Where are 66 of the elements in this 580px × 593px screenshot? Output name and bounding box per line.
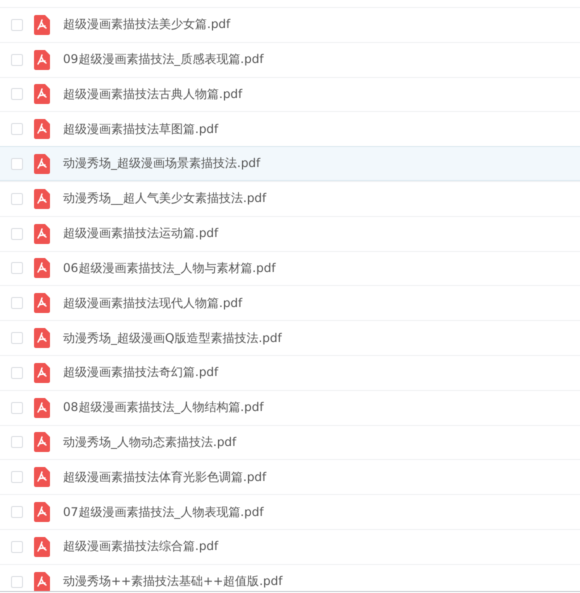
file-row[interactable]: 超级漫画素描技法古典人物篇.pdf xyxy=(0,76,580,112)
file-row[interactable]: 超级漫画素描技法奇幻篇.pdf xyxy=(0,354,580,390)
file-row[interactable]: 07超级漫画素描技法_人物表现篇.pdf xyxy=(0,494,580,529)
file-row[interactable]: 动漫秀场++素描技法基础++超值版.pdf xyxy=(0,564,580,591)
checkbox[interactable] xyxy=(11,471,23,484)
file-name[interactable]: 07超级漫画素描技法_人物表现篇.pdf xyxy=(63,504,264,521)
checkbox[interactable] xyxy=(11,228,23,240)
file-name[interactable]: 06超级漫画素描技法_人物与素材篇.pdf xyxy=(63,260,276,277)
file-row[interactable]: 09超级漫画素描技法_质感表现篇.pdf xyxy=(0,42,580,77)
pdf-file-icon xyxy=(34,293,50,314)
file-row[interactable]: 08超级漫画素描技法_人物结构篇.pdf xyxy=(0,390,580,425)
checkbox[interactable] xyxy=(11,192,23,205)
pdf-file-icon xyxy=(34,467,50,488)
file-row[interactable]: 动漫秀场_超级漫画Q版造型素描技法.pdf xyxy=(0,320,580,355)
file-row[interactable]: 动漫秀场__超人气美少女素描技法.pdf xyxy=(0,180,580,216)
pdf-file-icon xyxy=(34,398,50,418)
pdf-file-icon xyxy=(34,258,50,278)
file-row[interactable]: 超级漫画素描技法综合篇.pdf xyxy=(0,528,580,564)
pdf-file-icon xyxy=(34,50,50,70)
file-row[interactable]: 超级漫画素描技法现代人物篇.pdf xyxy=(0,285,580,320)
file-name[interactable]: 动漫秀场__超人气美少女素描技法.pdf xyxy=(63,190,266,208)
pdf-file-icon xyxy=(34,224,50,244)
checkbox[interactable] xyxy=(11,262,23,274)
pdf-file-icon xyxy=(34,328,50,348)
pdf-file-icon xyxy=(34,188,50,209)
checkbox[interactable] xyxy=(11,18,23,31)
checkbox[interactable] xyxy=(11,54,23,66)
file-name[interactable]: 超级漫画素描技法奇幻篇.pdf xyxy=(63,364,218,382)
checkbox[interactable] xyxy=(11,506,23,518)
pdf-file-icon xyxy=(34,84,50,104)
pdf-file-icon xyxy=(34,154,50,174)
checkbox[interactable] xyxy=(11,332,23,344)
file-row[interactable]: 超级漫画素描技法美少女篇.pdf xyxy=(0,7,580,42)
file-row[interactable]: 超级漫画素描技法体育光影色调篇.pdf xyxy=(0,459,580,494)
file-name[interactable]: 动漫秀场_人物动态素描技法.pdf xyxy=(63,434,236,451)
file-name[interactable]: 超级漫画素描技法古典人物篇.pdf xyxy=(63,86,242,103)
checkbox[interactable] xyxy=(11,540,23,553)
pdf-file-icon xyxy=(34,432,50,452)
file-name[interactable]: 动漫秀场_超级漫画场景素描技法.pdf xyxy=(63,155,260,172)
pdf-file-icon xyxy=(34,536,50,557)
file-name[interactable]: 超级漫画素描技法综合篇.pdf xyxy=(63,538,218,556)
file-name[interactable]: 超级漫画素描技法体育光影色调篇.pdf xyxy=(63,468,266,486)
file-name[interactable]: 动漫秀场_超级漫画Q版造型素描技法.pdf xyxy=(63,330,282,347)
file-name[interactable]: 超级漫画素描技法运动篇.pdf xyxy=(63,225,218,242)
file-row[interactable]: 动漫秀场_人物动态素描技法.pdf xyxy=(0,424,580,460)
checkbox[interactable] xyxy=(11,297,23,310)
pdf-file-icon xyxy=(34,502,50,522)
checkbox[interactable] xyxy=(11,366,23,379)
checkbox[interactable] xyxy=(11,402,23,414)
file-name[interactable]: 超级漫画素描技法美少女篇.pdf xyxy=(63,16,230,34)
file-row[interactable]: 06超级漫画素描技法_人物与素材篇.pdf xyxy=(0,250,580,286)
file-name[interactable]: 超级漫画素描技法草图篇.pdf xyxy=(63,120,218,138)
file-row[interactable]: 动漫秀场_超级漫画场景素描技法.pdf xyxy=(0,146,580,181)
pdf-file-icon xyxy=(34,14,50,35)
file-name[interactable]: 动漫秀场++素描技法基础++超值版.pdf xyxy=(63,573,282,590)
file-row[interactable]: 超级漫画素描技法运动篇.pdf xyxy=(0,216,580,251)
checkbox[interactable] xyxy=(11,158,23,170)
checkbox[interactable] xyxy=(11,576,23,588)
checkbox[interactable] xyxy=(11,123,23,136)
file-name[interactable]: 超级漫画素描技法现代人物篇.pdf xyxy=(63,294,242,312)
checkbox[interactable] xyxy=(11,436,23,448)
pdf-file-icon xyxy=(34,362,50,383)
checkbox[interactable] xyxy=(11,88,23,100)
file-name[interactable]: 09超级漫画素描技法_质感表现篇.pdf xyxy=(63,51,264,68)
file-name[interactable]: 08超级漫画素描技法_人物结构篇.pdf xyxy=(63,399,264,416)
pdf-file-icon xyxy=(34,119,50,140)
